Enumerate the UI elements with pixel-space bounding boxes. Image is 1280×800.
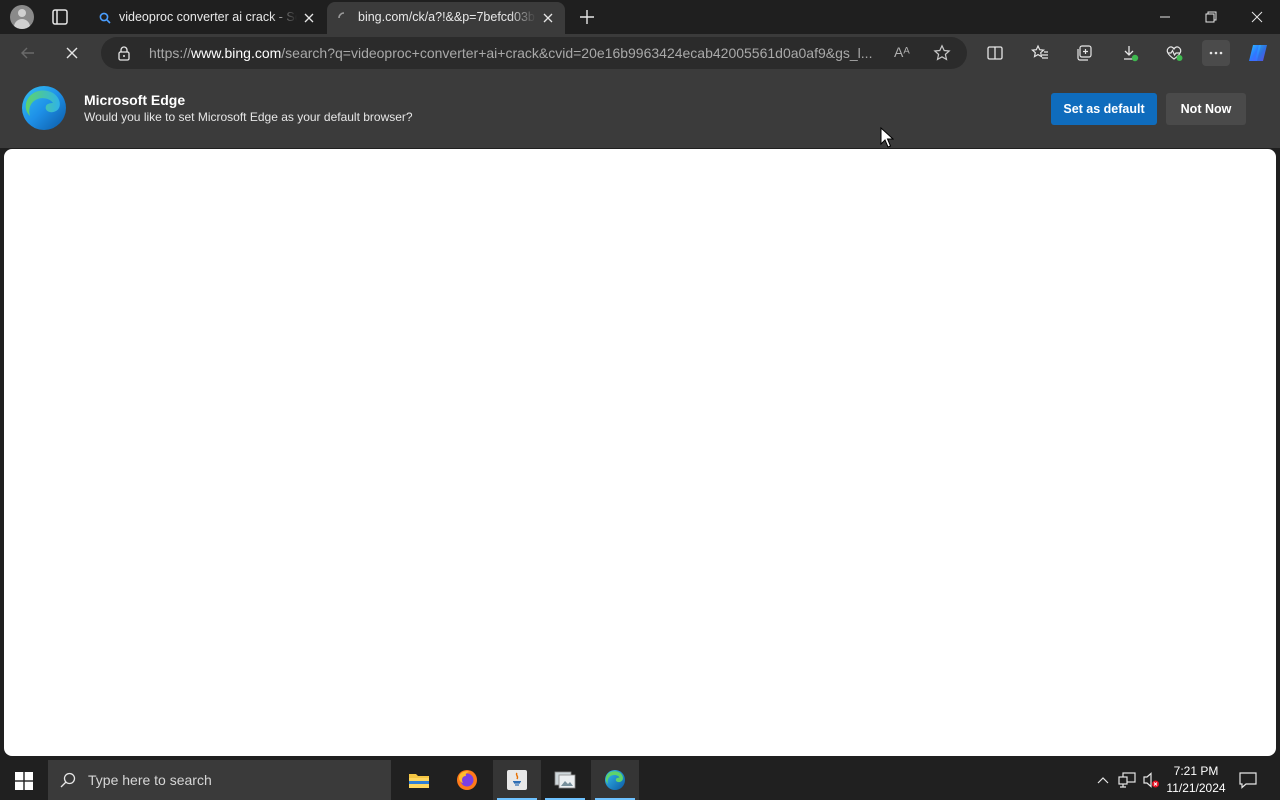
split-screen-button[interactable] <box>981 40 1009 66</box>
heartbeat-icon <box>1166 46 1183 61</box>
edge-logo-icon <box>22 86 66 130</box>
download-icon <box>1124 46 1139 62</box>
clock-date: 11/21/2024 <box>1166 781 1226 795</box>
tab-bing-redirect[interactable]: bing.com/ck/a?!&&p=7befcd03b… <box>327 2 565 34</box>
collections-icon <box>1077 45 1092 61</box>
close-window-button[interactable] <box>1234 0 1280 34</box>
minimize-button[interactable] <box>1142 0 1188 34</box>
copilot-icon <box>1249 45 1267 61</box>
default-browser-infobar: Microsoft Edge Would you like to set Mic… <box>0 72 1280 148</box>
set-as-default-button[interactable]: Set as default <box>1051 93 1157 125</box>
search-placeholder: Type here to search <box>88 772 212 788</box>
taskbar-java-app[interactable] <box>493 760 541 800</box>
network-icon[interactable] <box>1118 771 1136 789</box>
new-tab-icon[interactable] <box>578 8 596 26</box>
close-tab-icon[interactable] <box>541 11 555 25</box>
favorite-star-icon[interactable] <box>933 44 951 62</box>
volume-muted-icon[interactable] <box>1142 771 1160 789</box>
copilot-button[interactable] <box>1244 40 1272 66</box>
address-bar[interactable]: https://www.bing.com/search?q=videoproc+… <box>101 37 967 69</box>
back-button[interactable] <box>14 40 42 66</box>
infobar-title: Microsoft Edge <box>84 92 186 108</box>
minimize-icon <box>1160 16 1170 18</box>
lock-icon[interactable] <box>116 45 132 61</box>
stop-icon <box>66 47 78 59</box>
url-scheme: https:// <box>149 45 192 61</box>
tab-actions-menu-icon[interactable] <box>50 7 70 27</box>
profile-avatar[interactable] <box>10 5 34 29</box>
favorites-icon <box>1031 44 1048 59</box>
restore-icon <box>1205 11 1217 23</box>
tab-search-results[interactable]: videoproc converter ai crack - Search <box>88 2 326 34</box>
more-dots-icon <box>1209 51 1223 55</box>
image-viewer-icon <box>554 771 576 789</box>
close-icon <box>1251 11 1263 23</box>
java-app-icon <box>507 770 527 790</box>
clock-time: 7:21 PM <box>1173 764 1219 778</box>
restore-button[interactable] <box>1188 0 1234 34</box>
notification-center-icon[interactable] <box>1238 770 1258 790</box>
not-now-button[interactable]: Not Now <box>1166 93 1246 125</box>
taskbar-file-explorer[interactable] <box>395 760 443 800</box>
close-tab-icon[interactable] <box>302 11 316 25</box>
taskbar-microsoft-edge[interactable] <box>591 760 639 800</box>
taskbar-image-viewer[interactable] <box>541 760 589 800</box>
read-aloud-icon[interactable]: Aᴬ <box>894 44 910 60</box>
tab-title: bing.com/ck/a?!&&p=7befcd03b… <box>358 10 536 24</box>
file-explorer-icon <box>409 774 429 788</box>
url-path: /search?q=videoproc+converter+ai+crack&c… <box>281 45 873 61</box>
url-text[interactable]: https://www.bing.com/search?q=videoproc+… <box>149 45 879 61</box>
stop-loading-button[interactable] <box>58 40 86 66</box>
mouse-cursor-icon <box>880 127 894 148</box>
infobar-message: Would you like to set Microsoft Edge as … <box>84 110 413 124</box>
avatar-head <box>18 9 26 17</box>
back-arrow-icon <box>21 47 34 59</box>
split-screen-icon <box>987 46 1003 60</box>
taskbar-search-box[interactable]: Type here to search <box>48 760 391 800</box>
url-host: www.bing.com <box>191 45 282 61</box>
windows-logo-icon <box>15 772 33 790</box>
collections-button[interactable] <box>1070 40 1098 66</box>
windows-taskbar: Type here to search 7:21 PM 11/21/2024 <box>0 760 1280 800</box>
favorites-button[interactable] <box>1026 40 1054 66</box>
tab-title: videoproc converter ai crack - Search <box>119 10 297 24</box>
show-hidden-icons-chevron-icon[interactable] <box>1096 774 1110 786</box>
avatar-body <box>14 19 30 29</box>
loading-spinner-icon <box>338 12 345 19</box>
system-clock[interactable]: 7:21 PM 11/21/2024 <box>1160 763 1232 797</box>
browser-toolbar: https://www.bing.com/search?q=videoproc+… <box>0 34 1280 72</box>
browser-essentials-button[interactable] <box>1160 40 1188 66</box>
downloads-button[interactable] <box>1116 40 1144 66</box>
taskbar-firefox[interactable] <box>443 760 491 800</box>
settings-and-more-button[interactable] <box>1202 40 1230 66</box>
edge-icon <box>605 770 625 790</box>
search-icon <box>60 772 76 788</box>
page-content[interactable] <box>4 149 1276 756</box>
start-button[interactable] <box>0 760 48 800</box>
title-bar: videoproc converter ai crack - Search bi… <box>0 0 1280 34</box>
bing-search-icon <box>99 12 111 24</box>
firefox-icon <box>457 770 477 790</box>
